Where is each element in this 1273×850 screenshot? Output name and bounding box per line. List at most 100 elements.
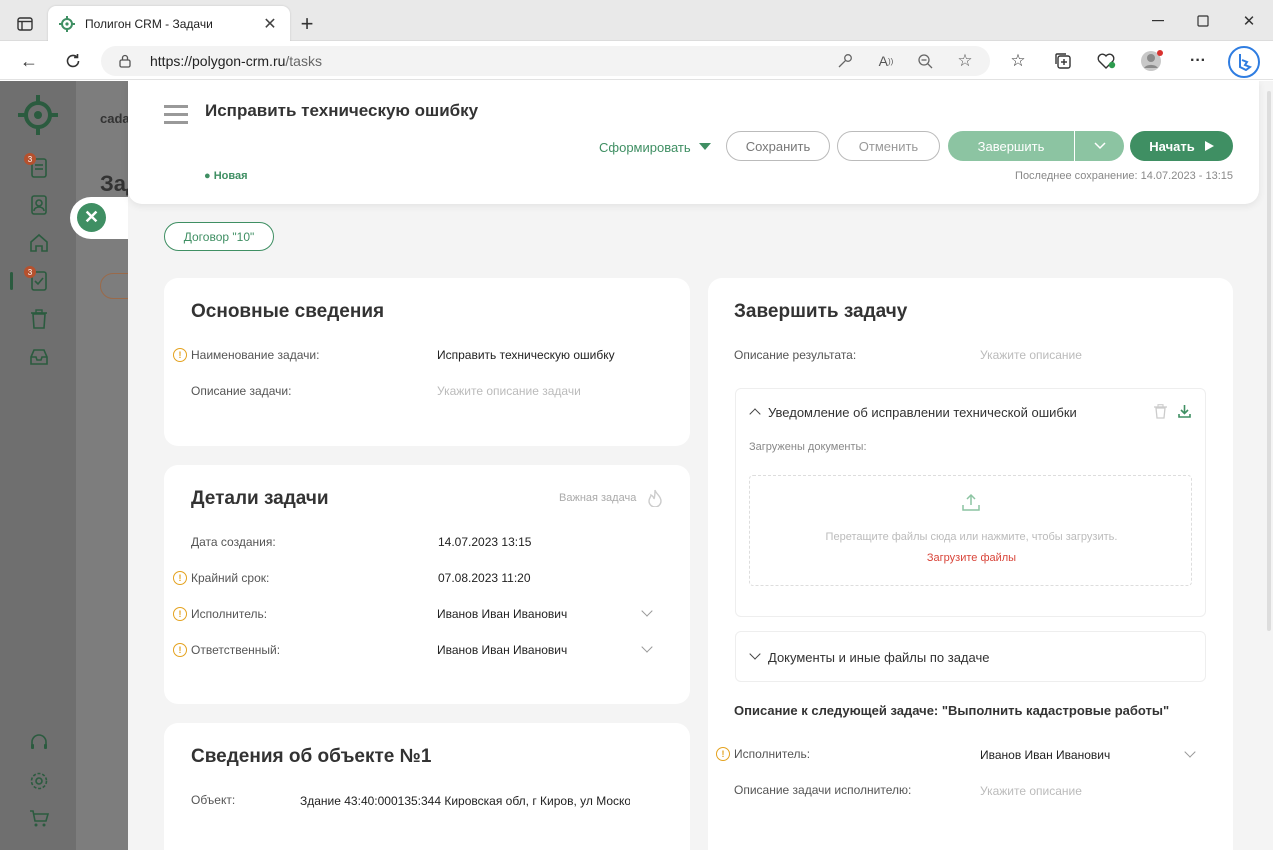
- docs-accordion[interactable]: Документы и иные файлы по задаче: [735, 631, 1206, 682]
- upload-icon: [960, 491, 982, 513]
- bing-copilot-icon[interactable]: [1228, 46, 1260, 78]
- responsible-label: Ответственный:: [191, 643, 281, 657]
- next-desc-label: Описание задачи исполнителю:: [734, 783, 912, 797]
- caret-down-icon: [698, 143, 711, 150]
- important-task-label: Важная задача: [559, 492, 637, 504]
- sidebar-item-contacts[interactable]: [28, 194, 50, 216]
- scrollbar-thumb[interactable]: [1267, 91, 1271, 631]
- sidebar-item-support[interactable]: [28, 732, 50, 754]
- upload-files-link[interactable]: Загрузите файлы: [750, 552, 1193, 564]
- sidebar-item-home[interactable]: [28, 232, 50, 254]
- save-button[interactable]: Сохранить: [726, 131, 830, 161]
- minimize-icon[interactable]: [1148, 11, 1168, 31]
- warning-icon: !: [173, 348, 187, 362]
- start-button[interactable]: Начать: [1130, 131, 1233, 161]
- contract-tag[interactable]: Договор "10": [164, 222, 274, 251]
- object-label: Объект:: [191, 793, 236, 807]
- next-desc-field[interactable]: Укажите описание: [980, 784, 1082, 798]
- warning-icon: !: [173, 571, 187, 585]
- badge-count: 3: [24, 266, 36, 278]
- basic-info-card: Основные сведения ! Наименование задачи:…: [164, 278, 690, 446]
- reload-icon[interactable]: [62, 50, 84, 72]
- sidebar-item-inbox[interactable]: [28, 346, 50, 368]
- chevron-down-icon[interactable]: [641, 641, 653, 653]
- address-bar-row: ← https://polygon-crm.ru/tasks A)) ☆ ☆ ·…: [0, 41, 1273, 80]
- object-value[interactable]: Здание 43:40:000135:344 Кировская обл, г…: [300, 794, 630, 808]
- flame-icon[interactable]: [647, 488, 663, 508]
- download-icon[interactable]: [1176, 402, 1192, 420]
- generate-dropdown[interactable]: Сформировать: [599, 138, 711, 156]
- chevron-down-icon[interactable]: [641, 605, 653, 617]
- next-executor-select[interactable]: Иванов Иван Иванович: [980, 748, 1110, 762]
- browser-essentials-icon[interactable]: [1095, 50, 1117, 72]
- sidebar-item-settings[interactable]: [28, 770, 50, 792]
- chevron-down-icon[interactable]: [1184, 746, 1196, 758]
- next-task-title: Описание к следующей задаче: "Выполнить …: [734, 703, 1170, 718]
- dropzone-hint: Перетащите файлы сюда или нажмите, чтобы…: [825, 531, 1118, 543]
- deadline-field[interactable]: 07.08.2023 11:20: [438, 571, 531, 585]
- complete-task-title: Завершить задачу: [734, 301, 908, 322]
- result-desc-field[interactable]: Укажите описание: [980, 348, 1082, 362]
- complete-button[interactable]: Завершить: [948, 131, 1074, 161]
- created-date-label: Дата создания:: [191, 535, 276, 549]
- collections-icon[interactable]: [1052, 50, 1074, 72]
- chevron-down-icon[interactable]: [749, 648, 761, 660]
- new-tab-icon[interactable]: +: [296, 11, 318, 36]
- read-aloud-icon[interactable]: A)): [876, 52, 896, 70]
- url-path: /tasks: [285, 53, 322, 69]
- chevron-down-icon: [1093, 142, 1106, 150]
- warning-icon: !: [716, 747, 730, 761]
- tab-title: Полигон CRM - Задачи: [85, 17, 213, 31]
- back-icon[interactable]: ←: [18, 50, 40, 72]
- browser-tab[interactable]: Полигон CRM - Задачи ✕: [48, 6, 290, 41]
- executor-select[interactable]: Иванов Иван Иванович: [437, 607, 567, 621]
- sidebar-item-cart[interactable]: [28, 808, 50, 830]
- complete-task-card: Завершить задачу Описание результата: Ук…: [708, 278, 1233, 850]
- window-close-icon[interactable]: ✕: [1239, 11, 1259, 31]
- panel-header: Исправить техническую ошибку ● Новая Сфо…: [128, 81, 1259, 204]
- close-tab-icon[interactable]: ✕: [261, 15, 279, 33]
- delete-icon[interactable]: [1152, 402, 1168, 420]
- notice-accordion: Уведомление об исправлении технической о…: [735, 388, 1206, 617]
- url-field[interactable]: https://polygon-crm.ru/tasks A)) ☆: [101, 46, 990, 76]
- task-desc-field[interactable]: Укажите описание задачи: [437, 384, 581, 398]
- home-icon: [30, 233, 48, 252]
- complete-options-button[interactable]: [1075, 131, 1124, 161]
- cancel-button[interactable]: Отменить: [837, 131, 940, 161]
- key-icon[interactable]: [836, 52, 854, 70]
- file-dropzone[interactable]: Перетащите файлы сюда или нажмите, чтобы…: [749, 475, 1192, 586]
- task-name-field[interactable]: Исправить техническую ошибку: [437, 348, 615, 362]
- zoom-out-icon[interactable]: [916, 52, 934, 70]
- uploaded-docs-label: Загружены документы:: [749, 441, 867, 453]
- task-details-card: Детали задачи Важная задача Дата создани…: [164, 465, 690, 704]
- sidebar-item-documents[interactable]: 3: [24, 153, 50, 179]
- sidebar-item-tasks[interactable]: 3: [24, 266, 50, 292]
- close-panel-icon[interactable]: ✕: [77, 203, 106, 232]
- favorites-icon[interactable]: ☆: [1007, 50, 1029, 72]
- settings-icon: [30, 772, 48, 790]
- start-label: Начать: [1149, 138, 1195, 154]
- page-title: Исправить техническую ошибку: [205, 101, 479, 120]
- menu-icon[interactable]: [164, 103, 188, 125]
- more-menu-icon[interactable]: ···: [1187, 50, 1209, 72]
- chevron-up-icon[interactable]: [749, 408, 761, 420]
- maximize-icon[interactable]: [1193, 11, 1213, 31]
- executor-label: Исполнитель:: [191, 607, 268, 621]
- scrollbar-track[interactable]: [1266, 81, 1273, 850]
- favorite-star-icon[interactable]: ☆: [956, 51, 974, 70]
- notice-title[interactable]: Уведомление об исправлении технической о…: [768, 405, 1077, 420]
- task-details-title: Детали задачи: [191, 488, 329, 509]
- result-desc-label: Описание результата:: [734, 348, 857, 362]
- sidebar-item-trash[interactable]: [28, 308, 50, 330]
- app-logo-icon[interactable]: [16, 93, 60, 137]
- close-panel-tab[interactable]: ✕: [70, 197, 132, 239]
- url-text: https://polygon-crm.ru/tasks: [150, 53, 322, 69]
- responsible-select[interactable]: Иванов Иван Иванович: [437, 643, 567, 657]
- status-text: Новая: [213, 170, 248, 182]
- tab-actions-icon[interactable]: [14, 13, 36, 35]
- lock-icon: [118, 54, 132, 68]
- generate-label: Сформировать: [599, 139, 691, 155]
- deadline-label: Крайний срок:: [191, 571, 270, 585]
- profile-avatar-icon[interactable]: [1140, 49, 1164, 73]
- task-desc-label: Описание задачи:: [191, 384, 292, 398]
